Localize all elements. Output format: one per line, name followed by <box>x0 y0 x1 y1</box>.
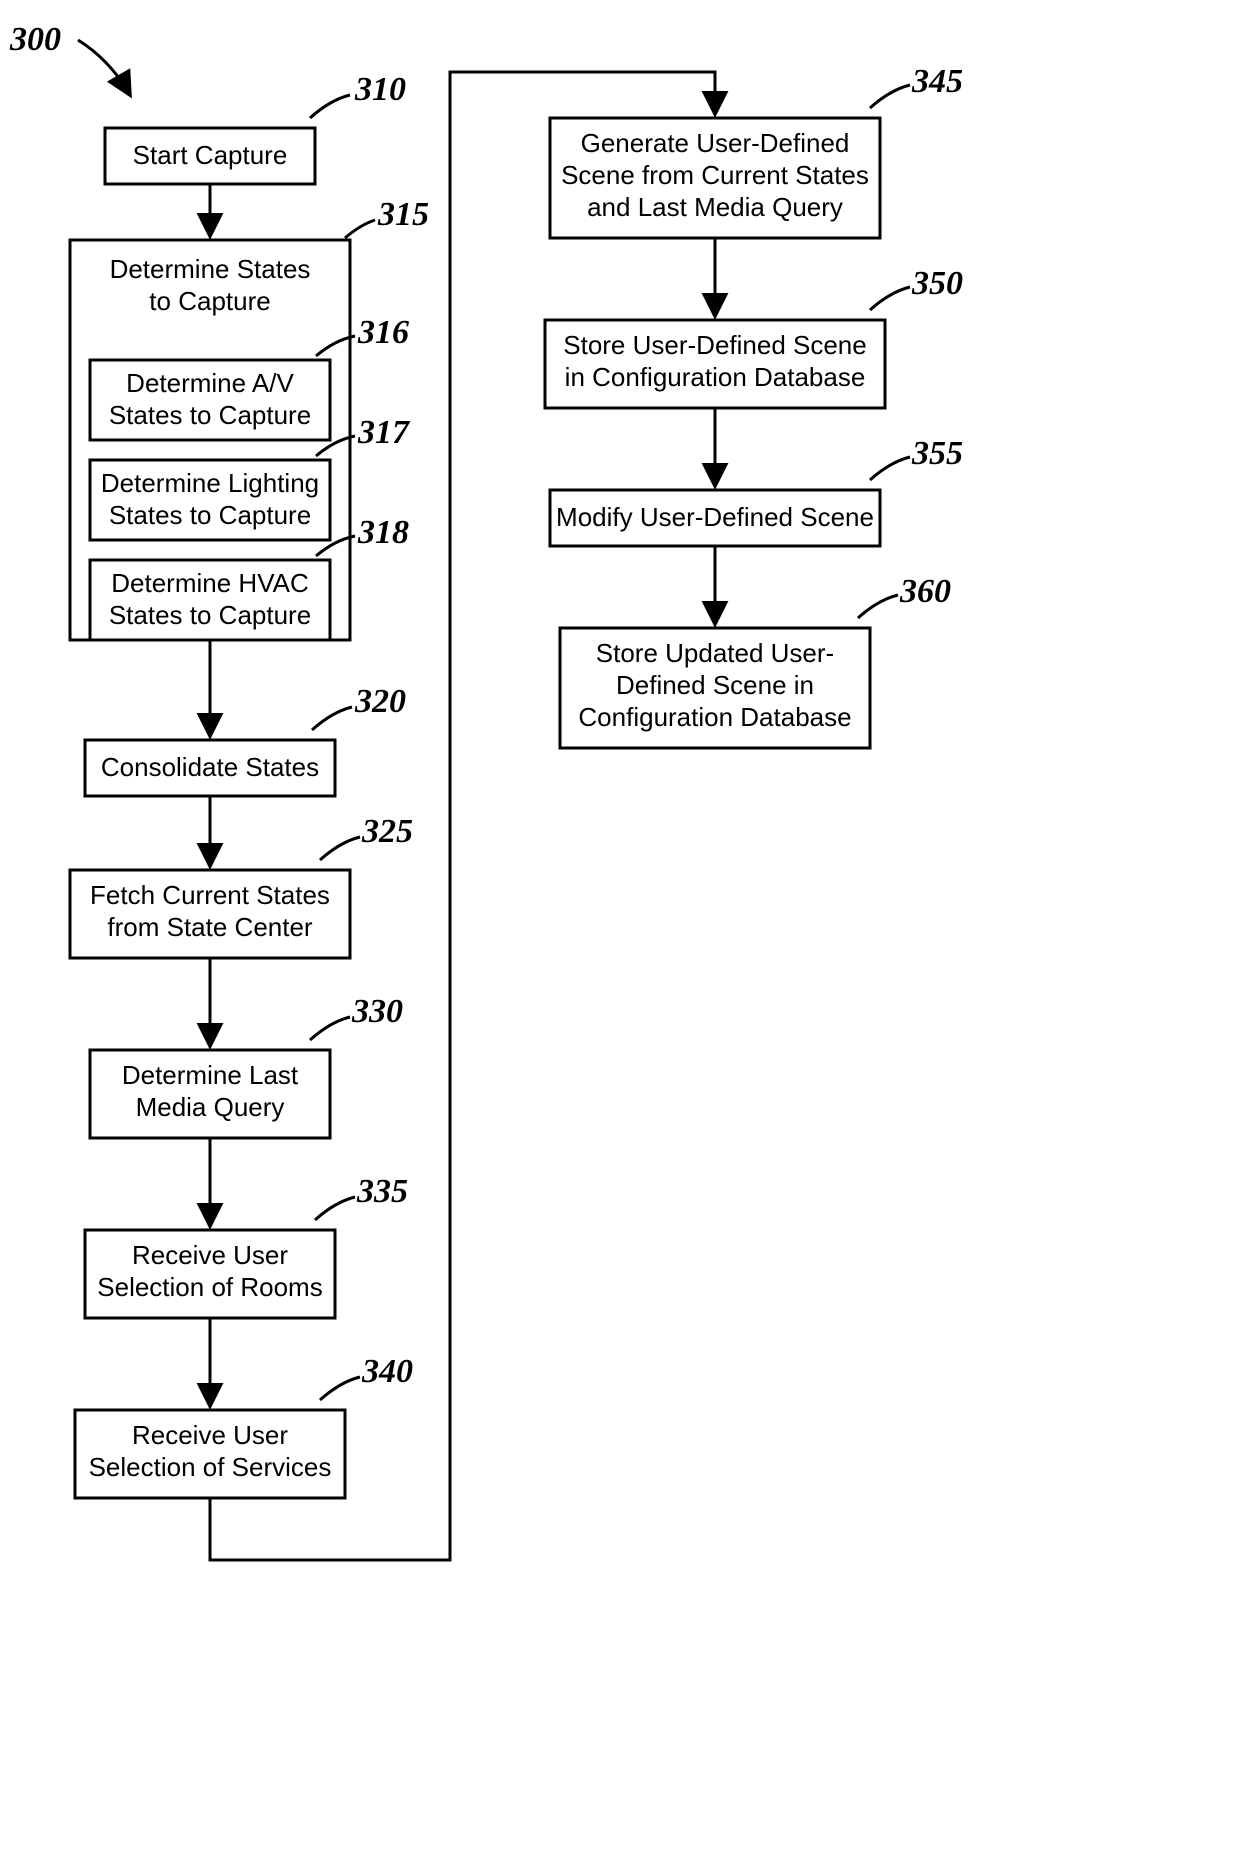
svg-text:from State Center: from State Center <box>107 912 313 942</box>
svg-text:and Last Media Query: and Last Media Query <box>587 192 843 222</box>
svg-text:345: 345 <box>911 63 963 100</box>
svg-text:360: 360 <box>899 573 951 610</box>
svg-text:Modify User-Defined Scene: Modify User-Defined Scene <box>556 502 874 532</box>
svg-text:320: 320 <box>354 683 406 720</box>
node-325: Fetch Current States from State Center 3… <box>70 813 413 958</box>
node-355: Modify User-Defined Scene 355 <box>550 435 963 546</box>
svg-text:in Configuration Database: in Configuration Database <box>565 362 866 392</box>
node-350: Store User-Defined Scene in Configuratio… <box>545 265 963 408</box>
svg-text:States to Capture: States to Capture <box>109 500 311 530</box>
svg-text:Selection of Rooms: Selection of Rooms <box>97 1272 322 1302</box>
svg-text:Defined Scene in: Defined Scene in <box>616 670 814 700</box>
svg-text:325: 325 <box>361 813 413 850</box>
svg-text:States to Capture: States to Capture <box>109 400 311 430</box>
svg-text:Scene from Current States: Scene from Current States <box>561 160 869 190</box>
svg-text:310: 310 <box>354 71 406 108</box>
svg-text:Determine States: Determine States <box>110 254 311 284</box>
node-345: Generate User-Defined Scene from Current… <box>550 63 963 238</box>
svg-text:355: 355 <box>911 435 963 472</box>
figure-ref: 300 <box>9 21 61 58</box>
svg-text:350: 350 <box>911 265 963 302</box>
svg-text:318: 318 <box>357 514 409 551</box>
node-310: Start Capture 310 <box>105 71 406 184</box>
svg-text:Configuration Database: Configuration Database <box>578 702 851 732</box>
svg-text:States to Capture: States to Capture <box>109 600 311 630</box>
svg-text:Receive User: Receive User <box>132 1240 288 1270</box>
svg-text:Determine Lighting: Determine Lighting <box>101 468 319 498</box>
node-340: Receive User Selection of Services 340 <box>75 1353 413 1498</box>
svg-text:Store User-Defined Scene: Store User-Defined Scene <box>563 330 866 360</box>
node-360: Store Updated User- Defined Scene in Con… <box>560 573 951 748</box>
svg-text:330: 330 <box>351 993 403 1030</box>
svg-text:Media Query: Media Query <box>136 1092 285 1122</box>
figure-ref-arrow <box>78 40 130 95</box>
node-320: Consolidate States 320 <box>85 683 406 796</box>
svg-text:Consolidate States: Consolidate States <box>101 752 319 782</box>
svg-text:315: 315 <box>377 196 429 233</box>
svg-text:Store Updated User-: Store Updated User- <box>596 638 834 668</box>
flowchart-diagram: 300 Start Capture 310 Determine States t… <box>0 0 1240 1860</box>
svg-text:335: 335 <box>356 1173 408 1210</box>
svg-text:to Capture: to Capture <box>149 286 270 316</box>
svg-text:340: 340 <box>361 1353 413 1390</box>
svg-text:316: 316 <box>357 314 409 351</box>
svg-text:Generate User-Defined: Generate User-Defined <box>581 128 850 158</box>
svg-text:Determine HVAC: Determine HVAC <box>111 568 308 598</box>
node-335: Receive User Selection of Rooms 335 <box>85 1173 408 1318</box>
node-330: Determine Last Media Query 330 <box>90 993 403 1138</box>
svg-text:Determine A/V: Determine A/V <box>126 368 294 398</box>
svg-text:317: 317 <box>357 414 411 451</box>
svg-text:Start Capture: Start Capture <box>133 140 288 170</box>
svg-text:Fetch Current States: Fetch Current States <box>90 880 330 910</box>
svg-text:Receive User: Receive User <box>132 1420 288 1450</box>
svg-text:Determine Last: Determine Last <box>122 1060 299 1090</box>
svg-text:Selection of Services: Selection of Services <box>89 1452 332 1482</box>
